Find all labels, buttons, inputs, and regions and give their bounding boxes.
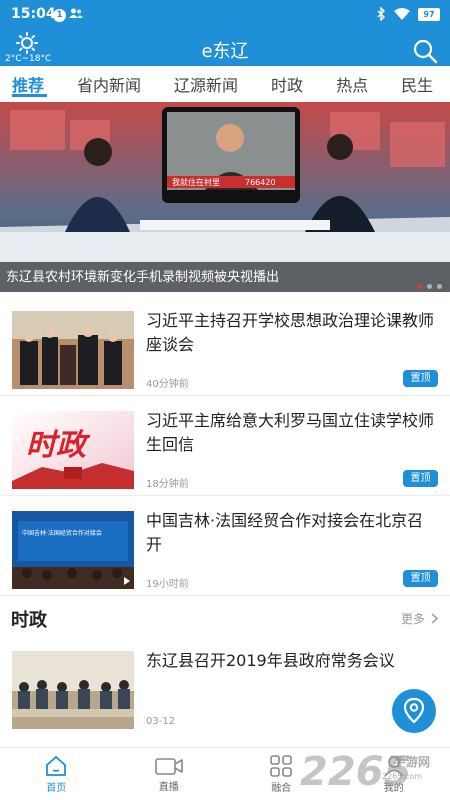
location-pin-icon bbox=[403, 697, 425, 724]
people-icon bbox=[69, 8, 83, 18]
carousel-dot[interactable] bbox=[427, 284, 432, 289]
nav-live-label: 直播 bbox=[158, 781, 179, 793]
tab-recommend[interactable]: 推荐 bbox=[12, 72, 44, 96]
carousel-dot[interactable] bbox=[417, 284, 422, 289]
news-title: 习近平主持召开学校思想政治理论课教师座谈会 bbox=[146, 311, 435, 354]
banner-caption: 东辽县农村环境新变化手机录制视频被央视播出 bbox=[6, 270, 280, 285]
watermark-subtitle: 手游网 bbox=[394, 755, 431, 769]
active-tab-indicator bbox=[12, 94, 47, 97]
nav-live[interactable]: 直播 bbox=[113, 748, 226, 800]
wifi-icon bbox=[394, 8, 410, 20]
carousel-dot[interactable] bbox=[437, 284, 442, 289]
watermark-url: 2265.com bbox=[382, 772, 422, 781]
news-list-item[interactable]: 中国吉林·法国经贸合作对接会 中国吉林·法国经贸合作对接会在北京召开 19小时前… bbox=[0, 496, 450, 596]
news-thumbnail bbox=[12, 651, 134, 729]
news-title: 东辽县召开2019年县政府常务会议 bbox=[146, 651, 395, 670]
pinned-badge: 置顶 bbox=[403, 370, 438, 387]
status-time: 15:04 bbox=[11, 6, 56, 22]
status-icons: 97 bbox=[377, 7, 440, 21]
news-thumbnail: 时政 bbox=[12, 411, 134, 489]
tab-politics[interactable]: 时政 bbox=[271, 72, 303, 96]
news-thumbnail: 中国吉林·法国经贸合作对接会 bbox=[12, 511, 134, 589]
news-list-item[interactable]: 时政 习近平主席给意大利罗马国立住读学校师生回信 18分钟前 置顶 bbox=[0, 396, 450, 496]
tab-liaoyuan-news[interactable]: 辽源新闻 bbox=[174, 72, 238, 96]
tab-livelihood[interactable]: 民生 bbox=[401, 72, 433, 96]
video-icon bbox=[154, 757, 183, 775]
category-tabs: 推荐 省内新闻 辽源新闻 时政 热点 民生 关 bbox=[0, 66, 450, 102]
location-button[interactable] bbox=[392, 689, 436, 733]
pinned-badge: 置顶 bbox=[403, 570, 438, 587]
featured-banner[interactable]: 我就住在村里 766420 东辽县农村环境新变化手机录制视频被央视播出 bbox=[0, 102, 450, 292]
news-list-item[interactable]: 东辽县召开2019年县政府常务会议 bbox=[0, 636, 450, 736]
news-list-item[interactable]: 习近平主持召开学校思想政治理论课教师座谈会 40分钟前 置顶 bbox=[0, 296, 450, 396]
search-icon[interactable] bbox=[412, 38, 438, 64]
thumbnail-text: 中国吉林·法国经贸合作对接会 bbox=[22, 529, 102, 537]
app-screen: 15:04 1 97 2°C~18°C e东辽 推荐 省内新闻 辽源新闻 时政 … bbox=[0, 0, 450, 800]
more-label: 更多 bbox=[400, 612, 425, 626]
home-icon bbox=[46, 755, 67, 776]
tab-hot[interactable]: 热点 bbox=[336, 72, 368, 96]
news-time: 40分钟前 bbox=[146, 379, 189, 390]
app-header: 15:04 1 97 2°C~18°C e东辽 bbox=[0, 0, 450, 66]
nav-home[interactable]: 首页 bbox=[0, 748, 113, 800]
pinned-badge: 置顶 bbox=[403, 470, 438, 487]
section-more-link[interactable]: 更多 bbox=[401, 610, 438, 627]
banner-screen-caption: 我就住在村里 bbox=[172, 177, 220, 187]
news-time: 19小时前 bbox=[146, 579, 189, 590]
nav-fusion-label: 融合 bbox=[271, 782, 292, 794]
notification-badge: 1 bbox=[53, 9, 66, 22]
news-time: 18分钟前 bbox=[146, 479, 189, 490]
news-title: 习近平主席给意大利罗马国立住读学校师生回信 bbox=[146, 411, 435, 454]
news-title: 中国吉林·法国经贸合作对接会在北京召开 bbox=[146, 511, 424, 554]
chevron-right-icon bbox=[431, 613, 438, 624]
tab-provincial-news[interactable]: 省内新闻 bbox=[77, 72, 141, 96]
banner-screen-number: 766420 bbox=[245, 178, 276, 187]
carousel-dots bbox=[417, 284, 442, 289]
news-thumbnail bbox=[12, 311, 134, 389]
bluetooth-icon bbox=[377, 7, 385, 21]
thumbnail-text: 时政 bbox=[26, 428, 91, 463]
news-date: 03-12 bbox=[146, 716, 176, 727]
nav-home-label: 首页 bbox=[46, 782, 67, 794]
section-title: 时政 bbox=[11, 610, 47, 631]
app-title: e东辽 bbox=[201, 41, 249, 62]
status-bar: 15:04 1 97 bbox=[0, 0, 450, 28]
grid-icon bbox=[270, 754, 293, 777]
battery-icon: 97 bbox=[418, 7, 440, 21]
